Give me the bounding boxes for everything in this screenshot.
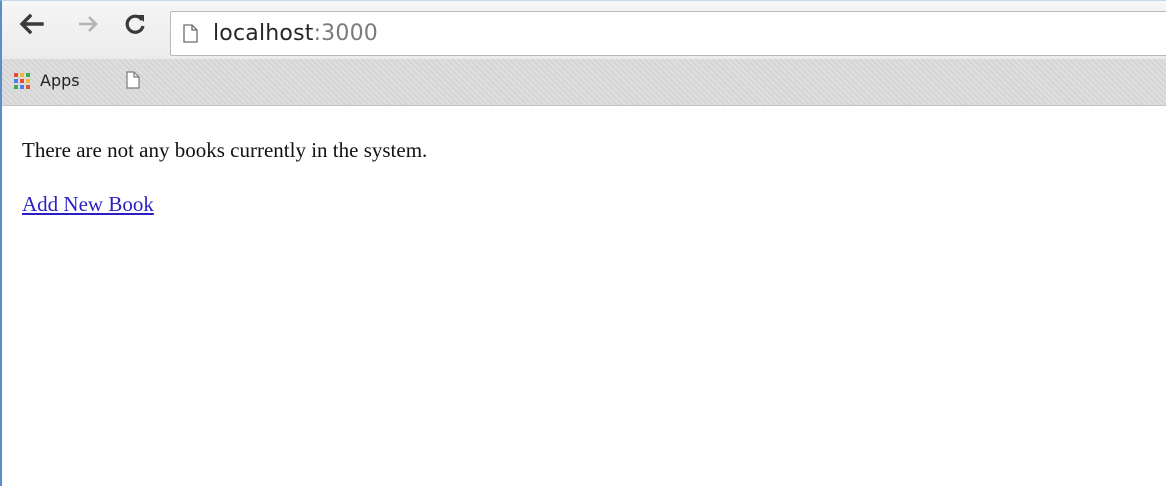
page-icon [183,24,199,44]
bookmarks-bar: Apps [2,59,1166,106]
apps-label: Apps [40,71,80,90]
page-content: There are not any books currently in the… [2,106,1166,217]
apps-grid-dot [14,84,18,89]
apps-shortcut[interactable]: Apps [14,71,80,90]
forward-arrow-icon [79,16,98,32]
apps-grid-dot [26,78,30,83]
apps-grid-dot [20,72,24,77]
empty-message: There are not any books currently in the… [22,138,428,162]
apps-grid-dot [26,84,30,89]
browser-window: localhost:3000 Apps There are not any bo… [0,0,1166,486]
reload-icon [125,14,145,34]
url-text: localhost:3000 [213,21,378,46]
back-button[interactable] [14,7,48,41]
apps-grid-dot [14,72,18,77]
forward-button[interactable] [72,7,106,41]
apps-grid-icon [14,72,30,89]
address-bar[interactable]: localhost:3000 [170,11,1166,56]
apps-grid-dot [20,78,24,83]
apps-grid-dot [14,78,18,83]
browser-toolbar: localhost:3000 [2,1,1166,59]
reload-button[interactable] [118,7,152,41]
url-host: localhost [213,21,314,46]
back-arrow-icon [19,13,44,35]
apps-grid-dot [26,72,30,77]
url-port: :3000 [313,21,378,46]
apps-grid-dot [20,84,24,89]
bookmark-page-icon[interactable] [126,71,140,94]
add-new-book-link[interactable]: Add New Book [22,192,154,216]
